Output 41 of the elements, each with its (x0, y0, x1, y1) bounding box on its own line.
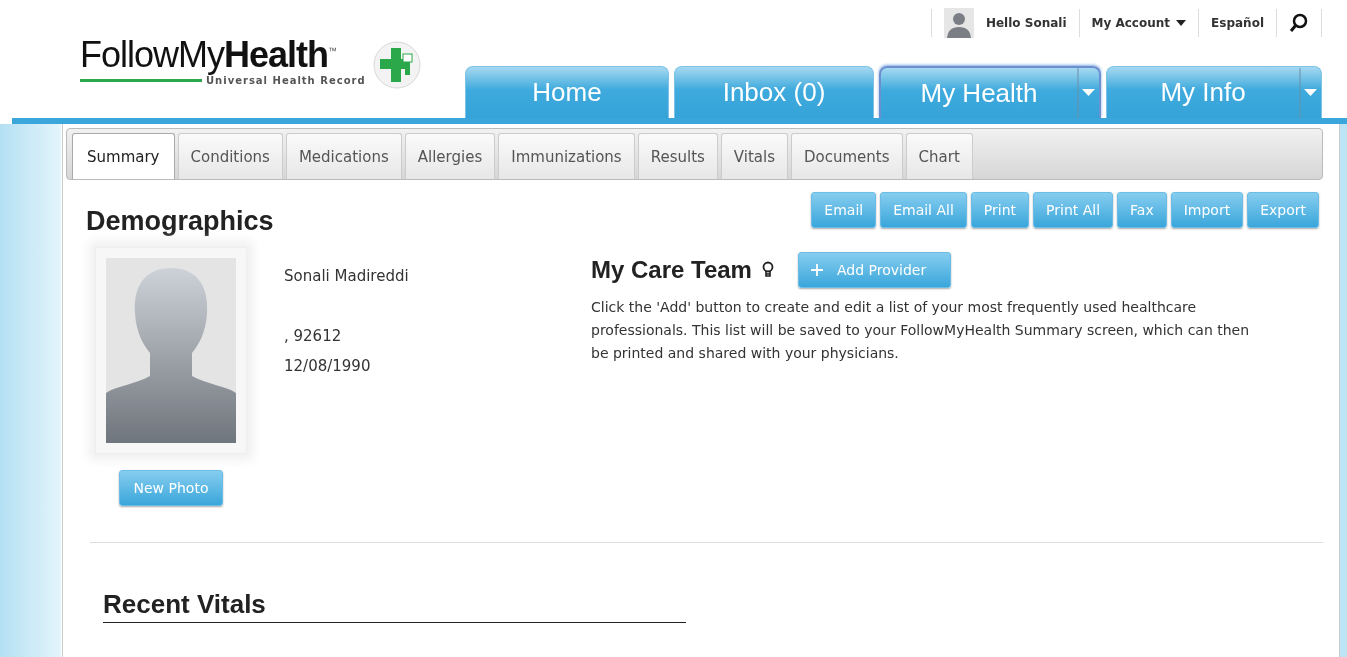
medical-cross-icon (371, 40, 422, 90)
action-button[interactable]: Fax (1117, 192, 1167, 228)
add-provider-button[interactable]: Add Provider (797, 252, 952, 288)
tab[interactable]: Immunizations (498, 133, 635, 179)
caret-icon[interactable] (1176, 20, 1187, 26)
nav-tab[interactable]: My Info (1106, 66, 1322, 118)
tab[interactable]: Conditions (177, 133, 283, 179)
nav-tab[interactable]: Home (465, 66, 669, 118)
tab[interactable]: Allergies (404, 133, 496, 179)
logo-title: FollowMyHealth$^{™}$ (80, 36, 338, 73)
tab[interactable]: Medications (285, 133, 402, 179)
action-button[interactable]: Export (1247, 192, 1319, 228)
language-link[interactable]: Español (1211, 16, 1264, 30)
plus-icon (810, 264, 823, 276)
tab[interactable]: Results (637, 133, 718, 179)
tab[interactable]: Summary (72, 133, 175, 179)
greeting-text: Hello Sonali (985, 16, 1067, 30)
section-title: Demographics (86, 206, 275, 237)
description-text: Click the 'Add' button to create and edit a list of your most frequently used healthcare professionals. This list will be saved to your FollowMyHealth Summary screen, which can then be printed and shared with your physicians. (591, 298, 1251, 363)
action-button[interactable]: Print (970, 192, 1030, 228)
tab[interactable]: Chart (905, 133, 973, 179)
person-silhouette-icon (106, 258, 236, 443)
tab[interactable]: Documents (791, 133, 903, 179)
my-account-link[interactable]: My Account (1091, 16, 1171, 30)
user-avatar-icon (943, 8, 974, 38)
nav-tab[interactable]: My Health (879, 66, 1101, 118)
tab[interactable]: Vitals (720, 133, 788, 179)
action-button[interactable]: Import (1170, 192, 1244, 228)
section-title: My Care Team (591, 256, 752, 284)
action-button[interactable]: Print All (1033, 192, 1114, 228)
birth-date: 12/08/1990 (284, 356, 372, 377)
action-button[interactable]: Email All (880, 192, 967, 228)
new-photo-button[interactable]: New Photo (118, 470, 224, 506)
action-button[interactable]: Email (811, 192, 877, 228)
logo-tagline: Universal Health Record (206, 74, 366, 86)
lightbulb-icon (761, 261, 774, 279)
section-title: Recent Vitals (103, 589, 686, 623)
search-icon[interactable] (1289, 13, 1309, 33)
nav-tab[interactable]: Inbox (0) (674, 66, 874, 118)
patient-address: , 92612 (284, 326, 343, 347)
patient-name: Sonali Madireddi (284, 266, 409, 287)
